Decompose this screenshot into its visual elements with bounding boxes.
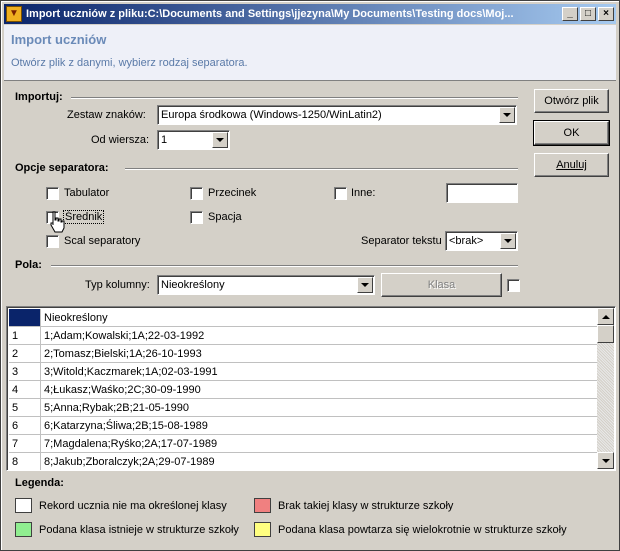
row-value: 1;Adam;Kowalski;1A;22-03-1992 [44, 330, 205, 342]
scroll-up-button[interactable] [597, 308, 614, 325]
row-number: 1 [9, 327, 41, 344]
table-row[interactable]: 2 2;Tomasz;Bielski;1A;26-10-1993 [9, 345, 599, 363]
grid-column-header[interactable]: Nieokreślony [41, 309, 599, 326]
table-row[interactable]: 7 7;Magdalena;Ryśko;2A;17-07-1989 [9, 435, 599, 453]
srednik-label: Średnik [63, 210, 105, 224]
legend-label-missing-class: Brak takiej klasy w strukturze szkoły [278, 500, 454, 512]
charset-label: Zestaw znaków: [67, 109, 146, 121]
row-number: 6 [9, 417, 41, 434]
legend-label-no-class: Rekord ucznia nie ma określonej klasy [39, 500, 227, 512]
group-label-separator: Opcje separatora: [15, 162, 109, 174]
grid-corner-cell[interactable] [9, 309, 41, 326]
mouse-pointer-icon [50, 211, 65, 233]
header-panel: Import uczniów Otwórz plik z danymi, wyb… [4, 25, 616, 81]
row-number: 8 [9, 453, 41, 470]
window-title: Import uczniów z pliku:C:\Documents and … [26, 8, 514, 20]
scal-label: Scal separatory [64, 235, 141, 247]
table-row[interactable]: 1 1;Adam;Kowalski;1A;22-03-1992 [9, 327, 599, 345]
open-file-button[interactable]: Otwórz plik [534, 89, 609, 113]
from-row-select[interactable]: 1 [157, 130, 230, 150]
table-row[interactable]: 5 5;Anna;Rybak;2B;21-05-1990 [9, 399, 599, 417]
maximize-button[interactable]: □ [580, 7, 596, 21]
inne-checkbox[interactable] [334, 187, 347, 200]
row-value: 3;Witold;Kaczmarek;1A;02-03-1991 [44, 366, 218, 378]
row-value: 7;Magdalena;Ryśko;2A;17-07-1989 [44, 438, 218, 450]
from-row-label: Od wiersza: [91, 134, 150, 146]
row-value: 5;Anna;Rybak;2B;21-05-1990 [44, 402, 189, 414]
grid-rows: Nieokreślony 1 1;Adam;Kowalski;1A;22-03-… [9, 309, 599, 470]
legend-swatch-missing-class [254, 498, 271, 513]
row-number: 7 [9, 435, 41, 452]
import-dialog: ▼ Import uczniów z pliku:C:\Documents an… [0, 0, 620, 551]
group-divider [71, 97, 518, 99]
app-icon: ▼ [6, 6, 22, 22]
title-bar[interactable]: ▼ Import uczniów z pliku:C:\Documents an… [4, 4, 616, 24]
group-divider [125, 168, 518, 170]
table-row[interactable]: 4 4;Łukasz;Waśko;2C;30-09-1990 [9, 381, 599, 399]
scroll-down-button[interactable] [597, 452, 614, 469]
chevron-down-icon[interactable] [500, 233, 516, 249]
row-number: 4 [9, 381, 41, 398]
group-divider [51, 265, 518, 267]
inne-input[interactable] [446, 183, 518, 203]
chevron-down-icon[interactable] [212, 132, 228, 148]
minimize-button[interactable]: _ [562, 7, 578, 21]
charset-select[interactable]: Europa środkowa (Windows-1250/WinLatin2) [157, 105, 517, 125]
chevron-down-icon [601, 458, 610, 463]
klasa-button[interactable]: Klasa [381, 273, 502, 297]
klasa-checkbox[interactable] [507, 279, 520, 292]
row-number: 5 [9, 399, 41, 416]
ok-button[interactable]: OK [533, 120, 610, 146]
przecinek-label: Przecinek [208, 187, 257, 199]
spacja-label: Spacja [208, 211, 242, 223]
column-type-value: Nieokreślony [161, 279, 225, 291]
spacja-checkbox[interactable] [190, 211, 203, 224]
grid-header-row: Nieokreślony [9, 309, 599, 327]
table-row[interactable]: 6 6;Katarzyna;Śliwa;2B;15-08-1989 [9, 417, 599, 435]
chevron-down-icon[interactable] [499, 107, 515, 123]
legend-title: Legenda: [15, 477, 64, 489]
scroll-thumb[interactable] [597, 325, 614, 343]
row-number: 3 [9, 363, 41, 380]
legend-label-class-exists: Podana klasa istnieje w strukturze szkoł… [39, 524, 239, 536]
legend-swatch-no-class [15, 498, 32, 513]
row-number: 2 [9, 345, 41, 362]
legend-swatch-class-duplicate [254, 522, 271, 537]
chevron-down-icon[interactable] [357, 277, 373, 293]
table-row[interactable]: 3 3;Witold;Kaczmarek;1A;02-03-1991 [9, 363, 599, 381]
tabulator-label: Tabulator [64, 187, 110, 199]
column-type-select[interactable]: Nieokreślony [157, 275, 375, 295]
group-label-importuj: Importuj: [15, 91, 63, 103]
row-value: 2;Tomasz;Bielski;1A;26-10-1993 [44, 348, 202, 360]
text-separator-label: Separator tekstu [361, 235, 442, 247]
cancel-button[interactable]: Anuluj [534, 153, 609, 177]
tabulator-checkbox[interactable] [46, 187, 59, 200]
data-grid[interactable]: Nieokreślony 1 1;Adam;Kowalski;1A;22-03-… [6, 306, 616, 471]
row-value: 6;Katarzyna;Śliwa;2B;15-08-1989 [44, 420, 208, 432]
text-separator-select[interactable]: <brak> [445, 231, 518, 251]
table-row[interactable]: 8 8;Jakub;Zboralczyk;2A;29-07-1989 [9, 453, 599, 470]
legend-label-class-duplicate: Podana klasa powtarza się wielokrotnie w… [278, 524, 567, 536]
chevron-up-icon [601, 314, 610, 319]
column-type-label: Typ kolumny: [85, 279, 150, 291]
row-value: 4;Łukasz;Waśko;2C;30-09-1990 [44, 384, 201, 396]
page-title: Import uczniów [11, 32, 107, 47]
scal-checkbox[interactable] [46, 235, 59, 248]
close-button[interactable]: × [598, 7, 614, 21]
legend-swatch-class-exists [15, 522, 32, 537]
from-row-value: 1 [161, 134, 168, 146]
vertical-scrollbar[interactable] [597, 308, 614, 469]
text-separator-value: <brak> [449, 235, 484, 247]
group-label-pola: Pola: [15, 259, 42, 271]
charset-value: Europa środkowa (Windows-1250/WinLatin2) [161, 109, 382, 121]
page-subtitle: Otwórz plik z danymi, wybierz rodzaj sep… [11, 57, 248, 69]
inne-label: Inne: [351, 187, 376, 199]
przecinek-checkbox[interactable] [190, 187, 203, 200]
row-value: 8;Jakub;Zboralczyk;2A;29-07-1989 [44, 456, 215, 468]
